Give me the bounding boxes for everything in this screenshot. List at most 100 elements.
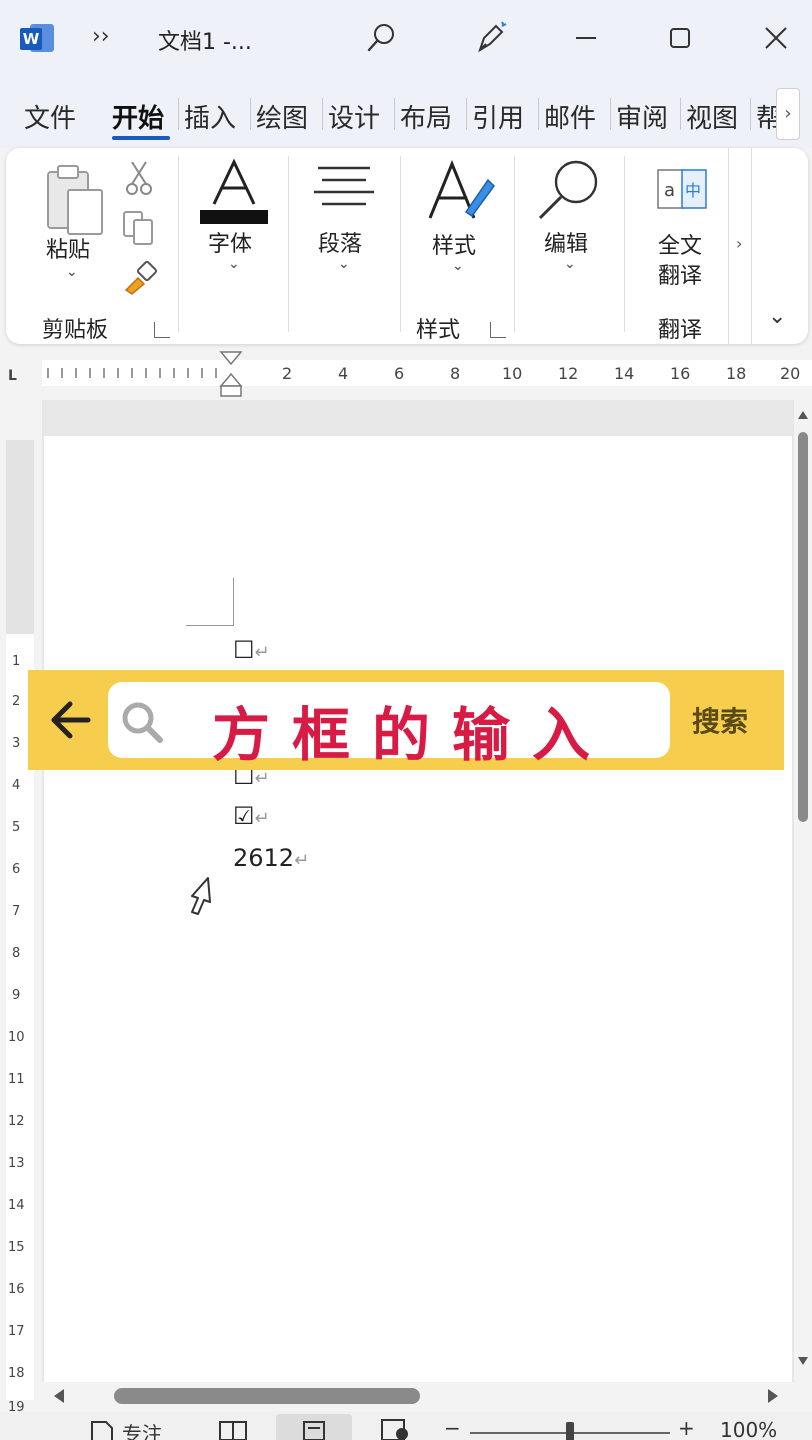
vertical-ruler[interactable]: 1 2 3 4 5 6 7 8 9 10 11 12 13 14 15 16 1… [0, 400, 42, 1414]
ribbon-more-chevron-icon[interactable]: › [736, 234, 742, 253]
document-title[interactable]: 文档1 -... [158, 24, 252, 56]
vertical-scrollbar[interactable] [794, 400, 812, 1385]
word-logo-icon: W [20, 22, 54, 54]
tab-divider [466, 98, 467, 130]
editing-search-icon[interactable] [536, 158, 602, 222]
document-page[interactable] [44, 436, 792, 1396]
web-layout-icon[interactable] [380, 1418, 410, 1440]
status-bar: 专注 − + 100% [0, 1412, 812, 1440]
margin-corner-mark [186, 578, 234, 626]
tab-layout[interactable]: 布局 [400, 98, 452, 135]
ruler-number: 6 [12, 862, 21, 877]
more-commands-button[interactable]: ›› [92, 24, 110, 49]
document-line-checked-box[interactable]: ☑↵ [233, 802, 270, 830]
format-painter-icon[interactable] [122, 260, 158, 296]
full-text-translate-line1[interactable]: 全文 [658, 228, 702, 260]
clipboard-launcher-icon[interactable] [154, 322, 170, 338]
tabs-scroll-right-button[interactable]: › [776, 88, 800, 140]
tab-mailings[interactable]: 邮件 [544, 98, 596, 135]
ribbon-overflow-strip[interactable]: › [728, 148, 752, 344]
paste-icon[interactable] [44, 162, 106, 240]
full-text-translate-line2[interactable]: 翻译 [658, 258, 702, 290]
horizontal-scroll-thumb[interactable] [114, 1388, 420, 1404]
editing-button[interactable]: 编辑 [544, 226, 588, 258]
scroll-left-icon[interactable] [52, 1388, 66, 1404]
ruler-number: 16 [8, 1282, 25, 1297]
translate-icon[interactable]: a 中 [656, 166, 708, 212]
ruler-number: 14 [614, 364, 635, 383]
tab-help[interactable]: 帮 [756, 98, 776, 135]
zoom-slider[interactable] [470, 1422, 670, 1440]
group-label-styles: 样式 [416, 318, 461, 343]
ruler-number: 15 [8, 1240, 25, 1255]
close-icon[interactable] [758, 20, 794, 56]
ruler-number: 18 [726, 364, 747, 383]
paste-dropdown-caret[interactable]: ⌄ [66, 264, 78, 280]
styles-dropdown-caret[interactable]: ⌄ [452, 258, 464, 274]
tab-divider [250, 98, 251, 130]
document-line-checkbox-1[interactable]: ☐↵ [233, 636, 270, 664]
search-button[interactable]: 搜索 [692, 700, 748, 740]
ruler-number: 16 [670, 364, 691, 383]
copy-icon[interactable] [122, 210, 156, 246]
cut-icon[interactable] [124, 160, 154, 196]
search-icon[interactable] [364, 20, 400, 56]
back-arrow-icon[interactable] [48, 700, 92, 740]
search-input[interactable]: 方框的输入 [108, 682, 670, 769]
tab-view[interactable]: 视图 [686, 98, 738, 135]
styles-icon[interactable] [426, 160, 498, 224]
tab-design[interactable]: 设计 [328, 98, 380, 135]
tab-review[interactable]: 审阅 [616, 98, 668, 135]
character-code-text: 2612 [233, 844, 295, 872]
zoom-out-button[interactable]: − [444, 1416, 461, 1440]
ruler-number: 5 [12, 820, 21, 835]
paragraph-mark: ↵ [294, 850, 310, 871]
editing-dropdown-caret[interactable]: ⌄ [564, 256, 576, 272]
tab-insert[interactable]: 插入 [184, 98, 236, 135]
paste-button[interactable]: 粘贴 [46, 232, 90, 264]
vertical-scroll-thumb[interactable] [798, 432, 808, 822]
indent-marker-icon[interactable] [218, 350, 244, 398]
tab-home[interactable]: 开始 [112, 98, 164, 135]
font-icon[interactable] [200, 158, 268, 224]
group-divider [178, 156, 179, 332]
zoom-in-button[interactable]: + [678, 1416, 695, 1440]
search-query-text: 方框的输入 [212, 701, 613, 769]
paragraph-icon[interactable] [312, 164, 376, 212]
tab-draw[interactable]: 绘图 [256, 98, 308, 135]
zoom-slider-thumb[interactable] [566, 1422, 574, 1440]
copilot-pen-icon[interactable] [472, 20, 508, 56]
ruler-number: 2 [12, 694, 21, 709]
paragraph-dropdown-caret[interactable]: ⌄ [338, 256, 350, 272]
horizontal-ruler[interactable]: L 2 4 6 8 10 12 14 16 18 20 [0, 350, 812, 397]
focus-mode-icon[interactable] [90, 1420, 116, 1440]
document-line-code[interactable]: 2612↵ [233, 844, 309, 872]
collapse-ribbon-icon[interactable]: ⌄ [768, 304, 786, 329]
group-divider [400, 156, 401, 332]
minimize-icon[interactable] [568, 20, 604, 56]
ruler-strip: 2 4 6 8 10 12 14 16 18 20 [42, 351, 812, 397]
tab-file[interactable]: 文件 [24, 98, 76, 135]
tab-divider [680, 98, 681, 130]
tab-divider [750, 98, 751, 130]
scroll-down-icon[interactable] [798, 1356, 808, 1366]
font-dropdown-caret[interactable]: ⌄ [228, 256, 240, 272]
print-layout-button[interactable] [276, 1414, 352, 1440]
focus-mode-button[interactable]: 专注 [122, 1418, 162, 1440]
document-canvas[interactable] [42, 400, 794, 1396]
font-button[interactable]: 字体 [208, 226, 252, 258]
styles-button[interactable]: 样式 [432, 228, 476, 260]
ruler-number: 12 [8, 1114, 25, 1129]
zoom-level[interactable]: 100% [720, 1418, 777, 1440]
scroll-right-icon[interactable] [766, 1388, 780, 1404]
scroll-up-icon[interactable] [798, 410, 808, 420]
tab-references[interactable]: 引用 [472, 98, 524, 135]
tab-divider [538, 98, 539, 130]
read-mode-icon[interactable] [218, 1420, 248, 1440]
styles-launcher-icon[interactable] [490, 322, 506, 338]
paragraph-button[interactable]: 段落 [318, 226, 362, 258]
horizontal-scrollbar[interactable] [42, 1382, 794, 1412]
checked-box-glyph: ☑ [233, 802, 255, 830]
tab-selector[interactable]: L [8, 368, 17, 384]
maximize-icon[interactable] [662, 20, 698, 56]
